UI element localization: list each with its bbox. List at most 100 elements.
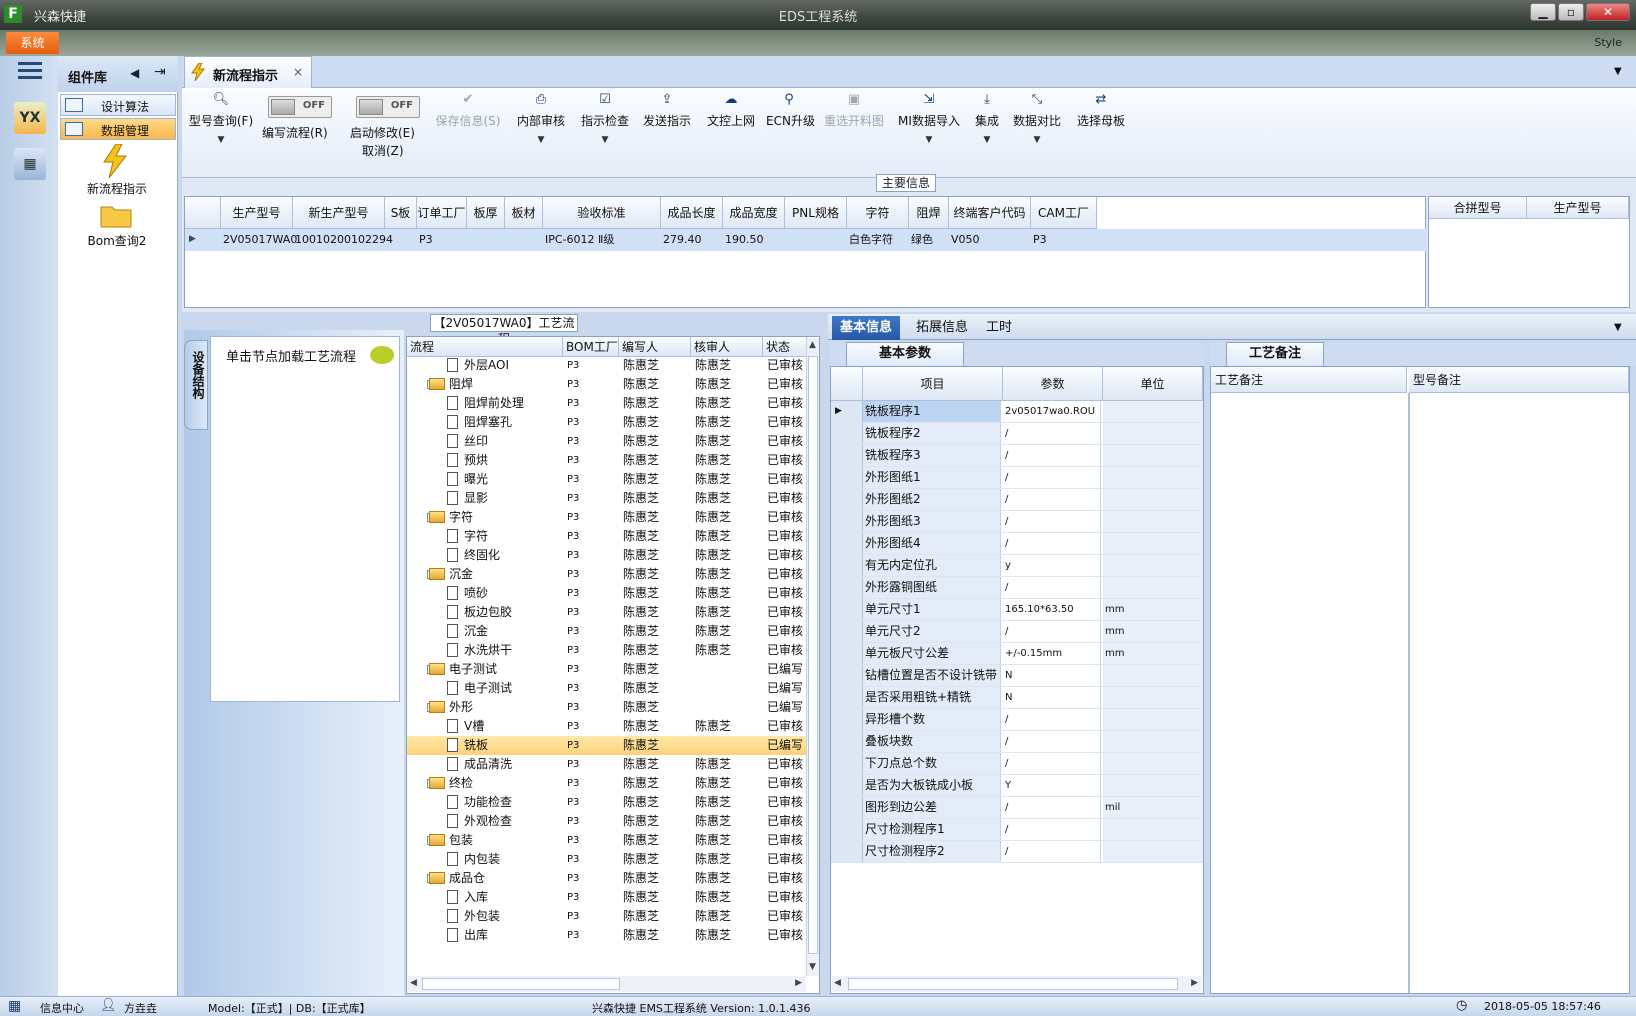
list-item[interactable]: 字符 P3 陈惠芝 陈惠芝 已审核 [407,527,807,546]
table-row[interactable]: 下刀点总个数 / [831,753,1203,775]
table-row[interactable]: ▶ 铣板程序1 2v05017wa0.ROU [831,401,1203,423]
tab-process-notes[interactable]: 工艺备注 [1226,342,1324,366]
instruction-check-button[interactable]: ☑ 指示检查 ▼ [578,92,632,162]
main-cell[interactable] [507,229,543,251]
table-row[interactable]: 外形露铜图纸 / [831,577,1203,599]
row-selector[interactable] [831,445,863,466]
table-row[interactable]: 铣板程序2 / [831,423,1203,445]
main-cell[interactable] [787,229,847,251]
list-item[interactable]: −外形 P3 陈惠芝 已编写 [407,698,807,717]
list-item[interactable]: −阻焊 P3 陈惠芝 陈惠芝 已审核 [407,375,807,394]
system-menu-button[interactable]: 系统 [6,32,59,54]
param-value[interactable]: / [1003,819,1101,840]
param-value[interactable]: / [1003,797,1101,818]
row-selector[interactable] [831,511,863,532]
main-cell[interactable]: 10010200102294 [295,229,393,251]
equipment-structure-tab[interactable]: 设备结构 [184,340,208,430]
col-status[interactable]: 状态 [763,337,807,357]
minimize-button[interactable]: ▁ [1530,3,1556,21]
hamburger-menu-icon[interactable] [18,62,42,80]
cancel-button[interactable]: 取消(Z) [362,142,404,159]
param-value[interactable]: / [1003,445,1101,466]
list-item[interactable]: 外包装 P3 陈惠芝 陈惠芝 已审核 [407,907,807,926]
param-value[interactable]: / [1003,731,1101,752]
integrate-button[interactable]: ⤓ 集成 ▼ [972,92,1002,162]
tab-list-dropdown-icon[interactable]: ▼ [1614,66,1622,77]
select-mother-board-button[interactable]: ⇄ 选择母板 [1074,92,1128,162]
tree-horizontal-scrollbar[interactable]: ◀ ▶ [408,976,806,992]
col-item[interactable]: 项目 [863,367,1003,401]
param-value[interactable]: +/-0.15mm [1003,643,1101,664]
collapse-left-icon[interactable]: ◀ [130,66,139,80]
row-selector[interactable] [831,819,863,840]
list-item[interactable]: 功能检查 P3 陈惠芝 陈惠芝 已审核 [407,793,807,812]
table-row[interactable]: 单元尺寸2 / mm [831,621,1203,643]
param-value[interactable]: / [1003,511,1101,532]
list-item[interactable]: −电子测试 P3 陈惠芝 已编写 [407,660,807,679]
main-col-header[interactable]: 验收标准 [543,197,661,229]
comp-item-design-algorithm[interactable]: 设计算法 [60,94,176,116]
main-cell[interactable]: IPC-6012 Ⅱ级 [545,229,661,251]
process-notes-textarea[interactable] [1211,393,1407,993]
main-cell[interactable]: 白色字符 [849,229,909,251]
list-item[interactable]: 沉金 P3 陈惠芝 陈惠芝 已审核 [407,622,807,641]
send-instruction-button[interactable]: ⇪ 发送指示 [640,92,694,162]
data-compare-button[interactable]: ⤡ 数据对比 ▼ [1012,92,1062,162]
row-selector[interactable] [831,467,863,488]
row-selector[interactable] [831,555,863,576]
list-item[interactable]: 电子测试 P3 陈惠芝 已编写 [407,679,807,698]
list-item[interactable]: 成品清洗 P3 陈惠芝 陈惠芝 已审核 [407,755,807,774]
main-col-header[interactable]: 生产型号 [221,197,293,229]
table-row[interactable]: 单元板尺寸公差 +/-0.15mm mm [831,643,1203,665]
param-value[interactable]: 165.10*63.50 [1003,599,1101,620]
row-selector[interactable] [831,643,863,664]
internal-review-button[interactable]: ⎙ 内部审核 ▼ [514,92,568,162]
save-info-button[interactable]: ✔ 保存信息(S) [432,92,504,162]
table-row[interactable]: 单元尺寸1 165.10*63.50 mm [831,599,1203,621]
main-col-header[interactable]: 成品长度 [661,197,723,229]
param-value[interactable]: / [1003,467,1101,488]
param-value[interactable]: N [1003,687,1101,708]
list-item[interactable]: 外层AOI P3 陈惠芝 陈惠芝 已审核 [407,356,807,375]
list-item[interactable]: −沉金 P3 陈惠芝 陈惠芝 已审核 [407,565,807,584]
row-selector[interactable] [831,533,863,554]
row-selector[interactable] [831,621,863,642]
col-bom-factory[interactable]: BOM工厂 [563,337,619,357]
main-col-header[interactable]: 终端客户代码 [949,197,1031,229]
main-col-header[interactable]: 板厚 [467,197,505,229]
row-selector[interactable]: ▶ [831,401,863,422]
yx-module-icon[interactable]: YX [14,102,46,134]
table-row[interactable]: 尺寸检测程序1 / [831,819,1203,841]
list-item[interactable]: −字符 P3 陈惠芝 陈惠芝 已审核 [407,508,807,527]
panel-dropdown-icon[interactable]: ▼ [1614,322,1622,333]
row-selector[interactable] [831,687,863,708]
bom-query-link[interactable]: Bom查询2 [62,232,172,249]
tab-basic-info[interactable]: 基本信息 [832,316,901,340]
list-item[interactable]: 阻焊塞孔 P3 陈惠芝 陈惠芝 已审核 [407,413,807,432]
list-item[interactable]: −成品仓 P3 陈惠芝 陈惠芝 已审核 [407,869,807,888]
tab-new-flow-instruction[interactable]: 新流程指示 × [184,56,312,88]
row-selector[interactable] [831,841,863,862]
main-col-header[interactable]: 字符 [847,197,909,229]
list-item[interactable]: 外观检查 P3 陈惠芝 陈惠芝 已审核 [407,812,807,831]
table-row[interactable]: 钻槽位置是否不设计铣带 N [831,665,1203,687]
param-value[interactable]: 2v05017wa0.ROU [1003,401,1101,422]
param-value[interactable]: N [1003,665,1101,686]
list-item[interactable]: V槽 P3 陈惠芝 陈惠芝 已审核 [407,717,807,736]
tab-close-icon[interactable]: × [293,65,303,79]
main-col-header[interactable]: 板材 [505,197,543,229]
params-horizontal-scrollbar[interactable]: ◀ ▶ [832,976,1202,992]
table-row[interactable]: 外形图纸3 / [831,511,1203,533]
main-col-header[interactable]: PNL规格 [785,197,847,229]
param-value[interactable]: / [1003,577,1101,598]
list-item[interactable]: 显影 P3 陈惠芝 陈惠芝 已审核 [407,489,807,508]
main-cell[interactable] [469,229,505,251]
main-cell[interactable]: P3 [1033,229,1097,251]
row-selector[interactable] [831,665,863,686]
param-value[interactable]: / [1003,841,1101,862]
main-cell[interactable]: 279.40 [663,229,723,251]
list-item[interactable]: 板边包胶 P3 陈惠芝 陈惠芝 已审核 [407,603,807,622]
col-unit[interactable]: 单位 [1103,367,1203,401]
main-col-header[interactable]: 新生产型号 [293,197,385,229]
write-flow-toggle[interactable]: OFF [268,96,332,118]
